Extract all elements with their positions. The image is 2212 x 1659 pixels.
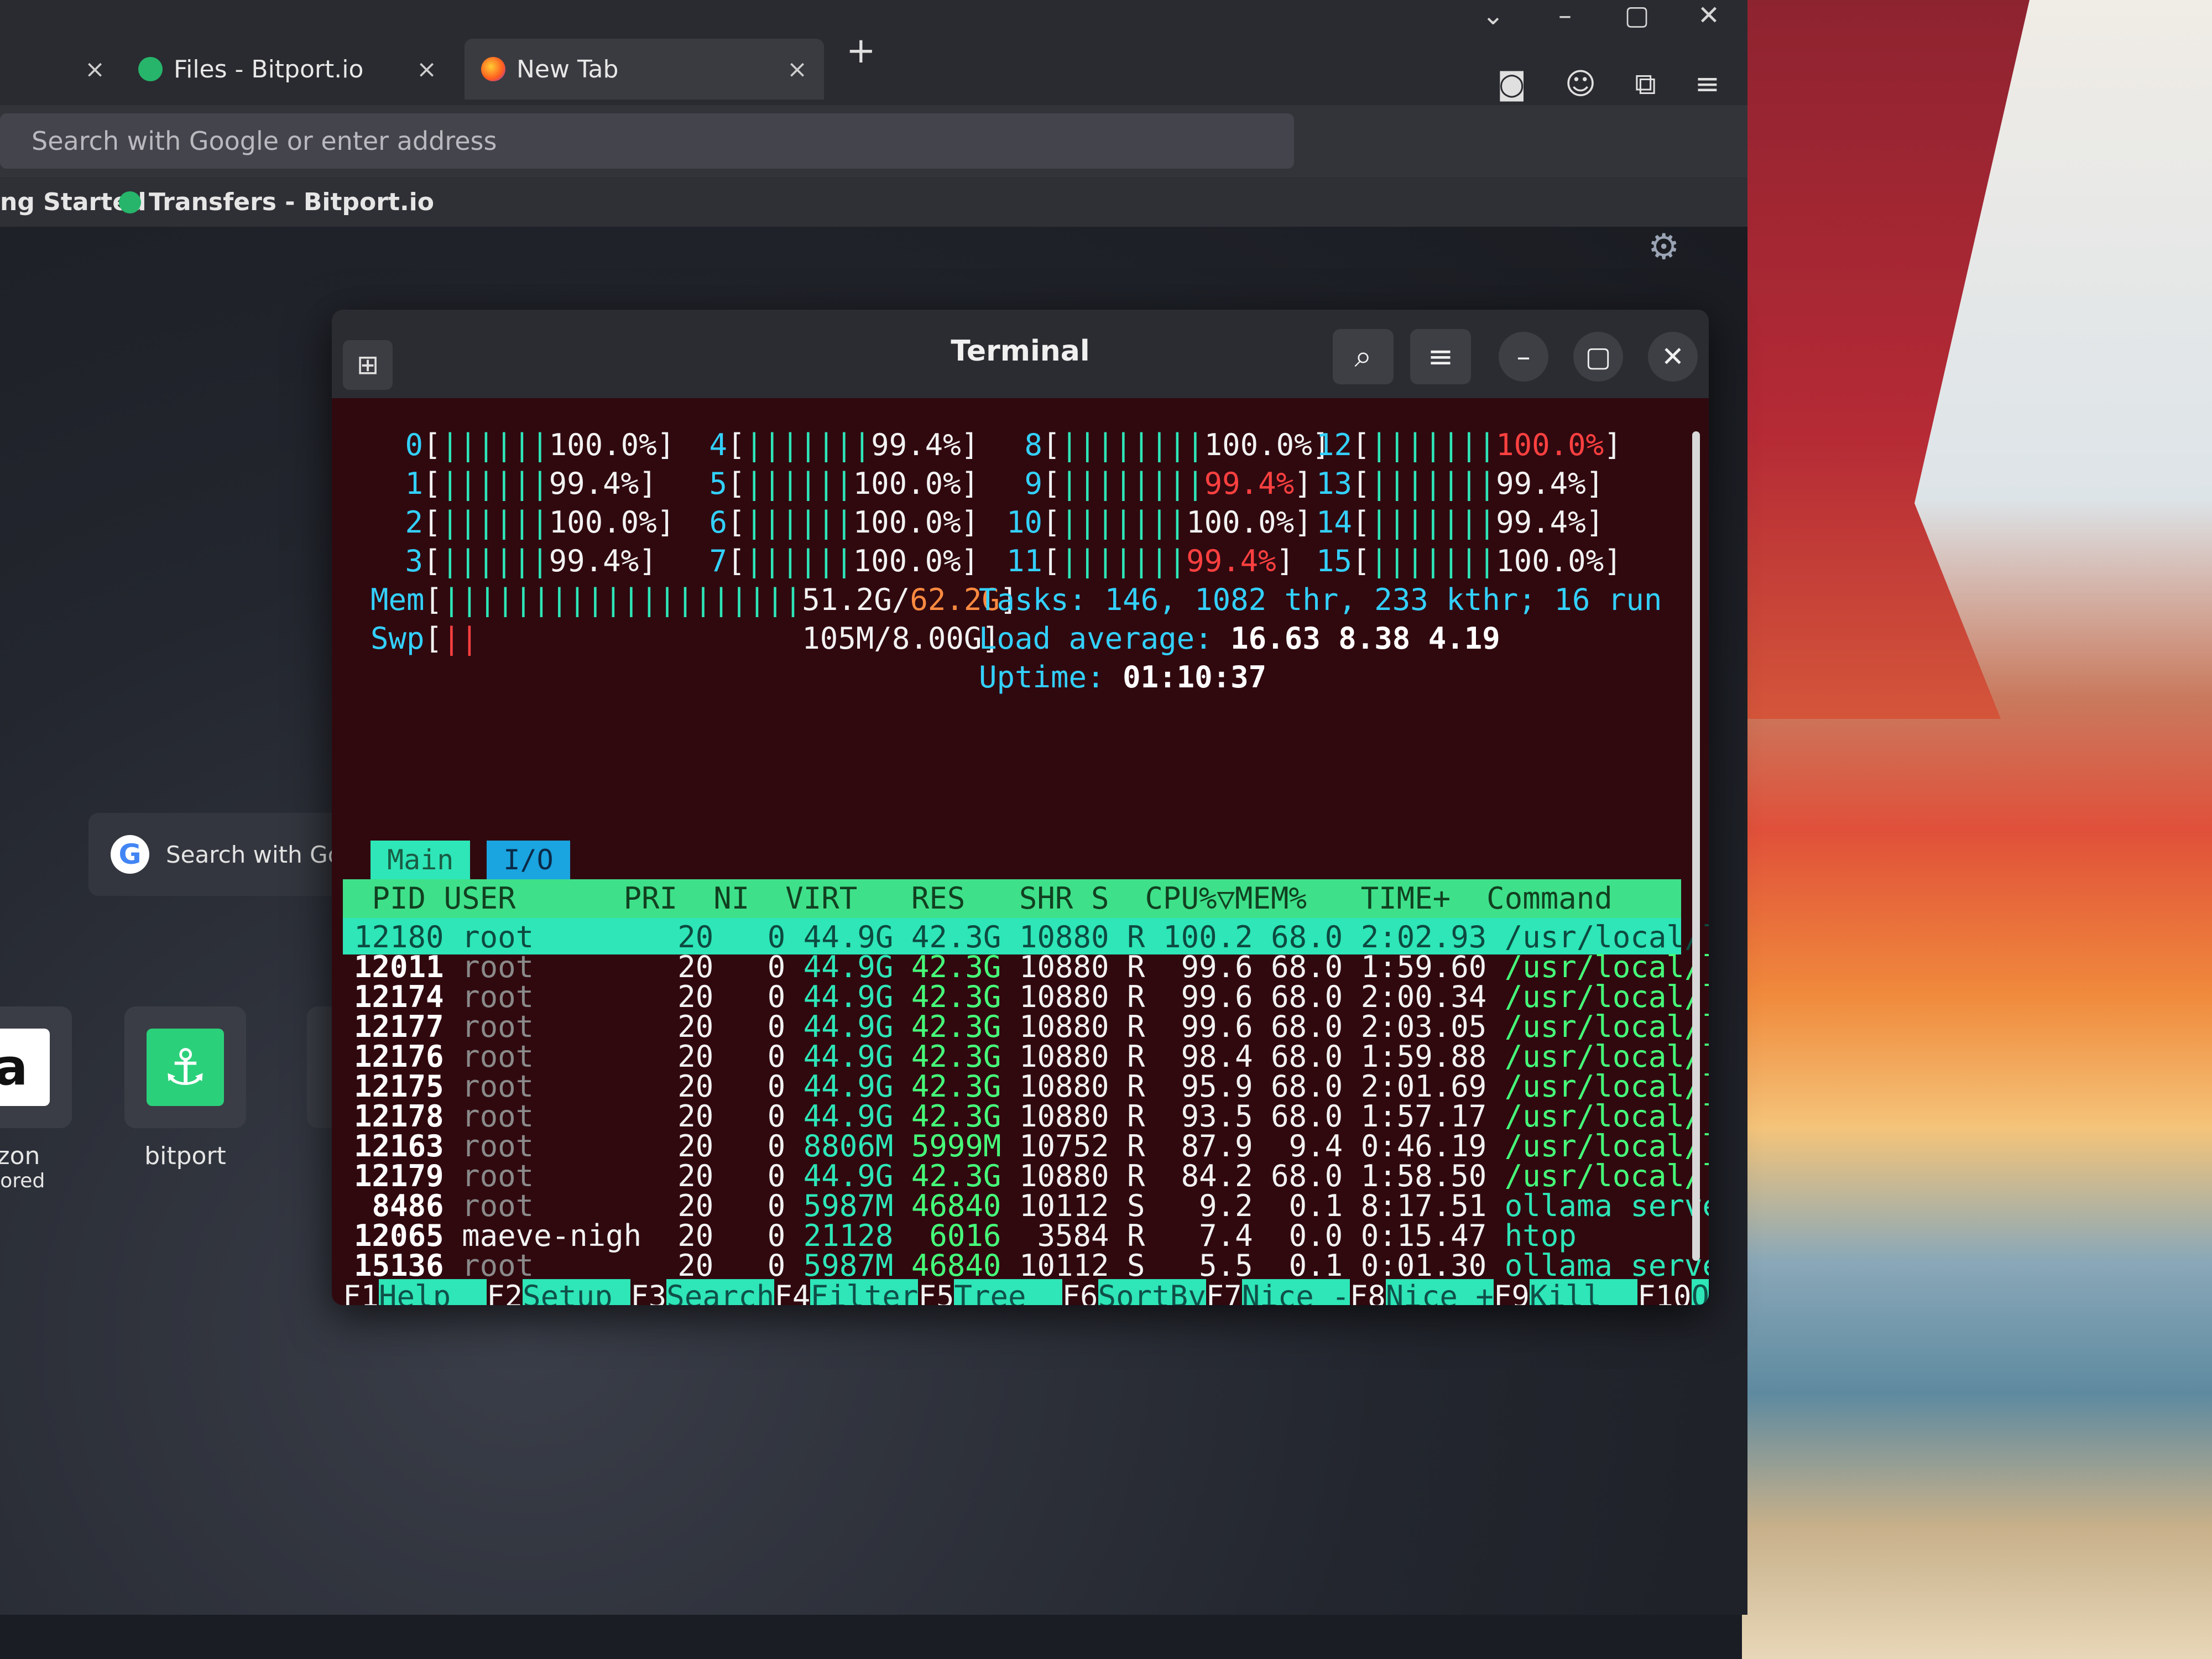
- cpu-meter-1: 1[||||||99.4%]: [387, 466, 657, 501]
- fkey-f7: F7: [1206, 1279, 1242, 1305]
- tab-label: New Tab: [517, 55, 619, 84]
- amazon-icon: a: [0, 1029, 50, 1106]
- bitport-favicon-icon: [138, 57, 163, 81]
- cpu-meter-0: 0[||||||100.0%]: [387, 427, 675, 462]
- tab-bar: × Files - Bitport.io × New Tab × + ⌄ – ▢…: [0, 0, 1747, 105]
- sponsored-label: nsored: [0, 1170, 45, 1192]
- tab-label: Files - Bitport.io: [174, 55, 364, 84]
- terminal-window: ⊞ Terminal ⌕ ≡ – ▢ ✕ 0[||||||100.0%] 1[|…: [332, 310, 1709, 1305]
- fkey-label[interactable]: SortBy: [1098, 1279, 1206, 1305]
- fkey-f8: F8: [1349, 1279, 1386, 1305]
- new-tab-button[interactable]: +: [846, 30, 876, 71]
- tasks-line: Tasks: 146, 1082 thr, 233 kthr; 16 run: [979, 582, 1662, 617]
- bitport-favicon-icon: [119, 191, 141, 213]
- fkey-f2: F2: [487, 1279, 523, 1305]
- tab-new-tab[interactable]: New Tab ×: [465, 39, 824, 100]
- extensions-icon[interactable]: ⧉: [1635, 66, 1656, 102]
- fkey-f1: F1: [343, 1279, 379, 1305]
- fkey-f4: F4: [774, 1279, 811, 1305]
- bookmark-label: Transfers - Bitport.io: [149, 188, 434, 216]
- google-icon: G: [111, 835, 149, 874]
- cpu-meter-8: 8[||||||||100.0%]: [1006, 427, 1331, 462]
- fkey-label[interactable]: Quit: [1691, 1279, 1709, 1305]
- fkey-label[interactable]: Filter: [810, 1279, 919, 1305]
- cpu-meter-5: 5[||||||100.0%]: [691, 466, 979, 501]
- cpu-meter-14: 14[|||||||99.4%]: [1316, 505, 1604, 540]
- tab-close-icon[interactable]: ×: [85, 55, 105, 84]
- cpu-meter-4: 4[|||||||99.4%]: [691, 427, 979, 462]
- fkey-label[interactable]: Kill: [1529, 1279, 1637, 1305]
- htop-screen: 0[||||||100.0%] 1[||||||99.4%] 2[||||||1…: [343, 415, 1709, 1305]
- cpu-meter-13: 13[|||||||99.4%]: [1316, 466, 1604, 501]
- tile-label: azon: [0, 1142, 40, 1170]
- cpu-meter-10: 10[|||||||100.0%]: [1006, 505, 1312, 540]
- cpu-meter-7: 7[||||||100.0%]: [691, 544, 979, 578]
- cpu-meters-col-2: 4[|||||||99.4%] 5[||||||100.0%] 6[||||||…: [691, 426, 979, 581]
- cpu-meter-15: 15[|||||||100.0%]: [1316, 544, 1622, 578]
- function-key-bar: F1Help F2Setup F3SearchF4FilterF5Tree F6…: [343, 1277, 1709, 1305]
- swap-meter: Swp[|| 105M/8.00G]: [371, 621, 1000, 656]
- tab-files-bitport[interactable]: Files - Bitport.io ×: [122, 39, 453, 100]
- fkey-f10: F10: [1637, 1279, 1692, 1305]
- fkey-label[interactable]: Search: [666, 1279, 775, 1305]
- address-bar[interactable]: [0, 113, 1294, 169]
- process-table-header[interactable]: PID USER PRI NI VIRT RES SHR S CPU%▽MEM%…: [343, 879, 1681, 918]
- cpu-meter-6: 6[||||||100.0%]: [691, 505, 979, 540]
- tab-partial[interactable]: ×: [0, 39, 122, 100]
- cpu-meter-9: 9[||||||||99.4%]: [1006, 466, 1312, 501]
- fkey-label[interactable]: Setup: [523, 1279, 631, 1305]
- terminal-scrollbar[interactable]: [1692, 431, 1700, 1261]
- firefox-favicon-icon: [481, 57, 505, 81]
- minimize-icon[interactable]: –: [1499, 332, 1548, 382]
- uptime: Uptime: 01:10:37: [979, 660, 1267, 695]
- menu-icon[interactable]: ≡: [1410, 329, 1471, 384]
- shortcut-tile-amazon[interactable]: a: [0, 1006, 72, 1128]
- cpu-meter-3: 3[||||||99.4%]: [387, 544, 657, 578]
- fkey-f3: F3: [630, 1279, 667, 1305]
- tab-close-icon[interactable]: ×: [416, 55, 437, 84]
- cpu-meter-12: 12[|||||||100.0%]: [1316, 427, 1622, 462]
- maximize-icon[interactable]: ▢: [1573, 332, 1623, 382]
- cpu-meter-2: 2[||||||100.0%]: [387, 505, 675, 540]
- fkey-f5: F5: [918, 1279, 954, 1305]
- mem-meter: Mem[||||||||||||||||||||51.2G/62.2G]: [371, 582, 1018, 617]
- fkey-label[interactable]: Help: [379, 1279, 487, 1305]
- anchor-icon: ⚓: [147, 1029, 224, 1106]
- close-icon[interactable]: ✕: [1648, 332, 1698, 382]
- fkey-label[interactable]: Nice -: [1241, 1279, 1350, 1305]
- tab-main[interactable]: Main: [371, 841, 471, 879]
- list-all-tabs-icon[interactable]: ⌄: [1477, 0, 1510, 31]
- toolbar-icons: ◙ ☺ ⧉ ≡: [1497, 66, 1720, 102]
- maximize-icon[interactable]: ▢: [1620, 0, 1653, 31]
- settings-gear-icon[interactable]: ⚙: [1648, 227, 1679, 268]
- search-icon[interactable]: ⌕: [1333, 329, 1394, 384]
- terminal-header: ⊞ Terminal ⌕ ≡ – ▢ ✕: [332, 310, 1709, 398]
- minimize-icon[interactable]: –: [1548, 0, 1582, 31]
- shortcut-tile-bitport[interactable]: ⚓: [124, 1006, 246, 1128]
- window-controls: ⌄ – ▢ ✕: [1477, 0, 1725, 31]
- address-input[interactable]: [30, 126, 1249, 156]
- pocket-icon[interactable]: ◙: [1497, 66, 1526, 102]
- close-icon[interactable]: ✕: [1692, 0, 1725, 31]
- cpu-meter-11: 11[|||||||99.4%]: [1006, 544, 1295, 578]
- fkey-label[interactable]: Nice +: [1385, 1279, 1494, 1305]
- cpu-meters-col-3: 8[||||||||100.0%] 9[||||||||99.4%] 10[|||…: [1006, 426, 1330, 581]
- bookmark-transfers-bitport[interactable]: Transfers - Bitport.io: [119, 188, 434, 216]
- account-icon[interactable]: ☺: [1565, 66, 1596, 102]
- tab-io[interactable]: I/O: [487, 841, 570, 879]
- htop-tabs: Main I/O: [371, 841, 570, 879]
- tile-label: bitport: [144, 1142, 226, 1170]
- load-average: Load average: 16.63 8.38 4.19: [979, 621, 1500, 656]
- tab-close-icon[interactable]: ×: [787, 55, 807, 84]
- cpu-meters-col-1: 0[||||||100.0%] 1[||||||99.4%] 2[||||||1…: [387, 426, 675, 581]
- menu-icon[interactable]: ≡: [1695, 66, 1720, 102]
- fkey-label[interactable]: Tree: [954, 1279, 1062, 1305]
- fkey-f9: F9: [1493, 1279, 1530, 1305]
- cpu-meters-col-4: 12[|||||||100.0%] 13[|||||||99.4%] 14[||||…: [1316, 426, 1622, 581]
- fkey-f6: F6: [1062, 1279, 1098, 1305]
